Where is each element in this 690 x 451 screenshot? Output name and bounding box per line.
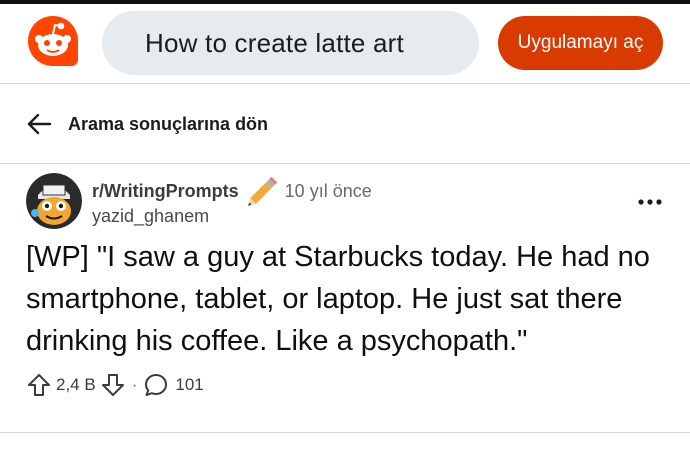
top-header: How to create latte art Uygulamayı aç [0,4,690,82]
post-title[interactable]: [WP] "I saw a guy at Starbucks today. He… [26,236,666,362]
separator-dot: · [131,375,138,394]
search-input[interactable]: How to create latte art [102,11,479,75]
author-name[interactable]: yazid_ghanem [92,206,209,227]
comment-count[interactable]: 101 [175,375,203,395]
pencil-icon [247,176,277,206]
open-app-button[interactable]: Uygulamayı aç [498,16,663,70]
back-to-results-link[interactable]: Arama sonuçlarına dön [26,104,268,144]
more-options-icon[interactable] [634,190,666,214]
reddit-logo-icon[interactable] [26,14,80,70]
subreddit-avatar[interactable] [26,173,82,229]
post-divider [0,432,690,433]
post-actions: 2,4 B · 101 [26,369,204,401]
back-label: Arama sonuçlarına dön [68,113,269,134]
vote-score: 2,4 B [56,375,96,394]
downvote-icon[interactable] [100,372,126,398]
comment-icon[interactable] [143,372,169,398]
post-time: 10 yıl önce [284,180,372,201]
header-divider [0,83,690,84]
post-meta-line: r/WritingPrompts 10 yıl önce [92,174,372,208]
subreddit-name[interactable]: r/WritingPrompts [92,181,239,202]
upvote-icon[interactable] [26,372,52,398]
arrow-left-icon [27,113,52,135]
nav-divider [0,163,690,164]
